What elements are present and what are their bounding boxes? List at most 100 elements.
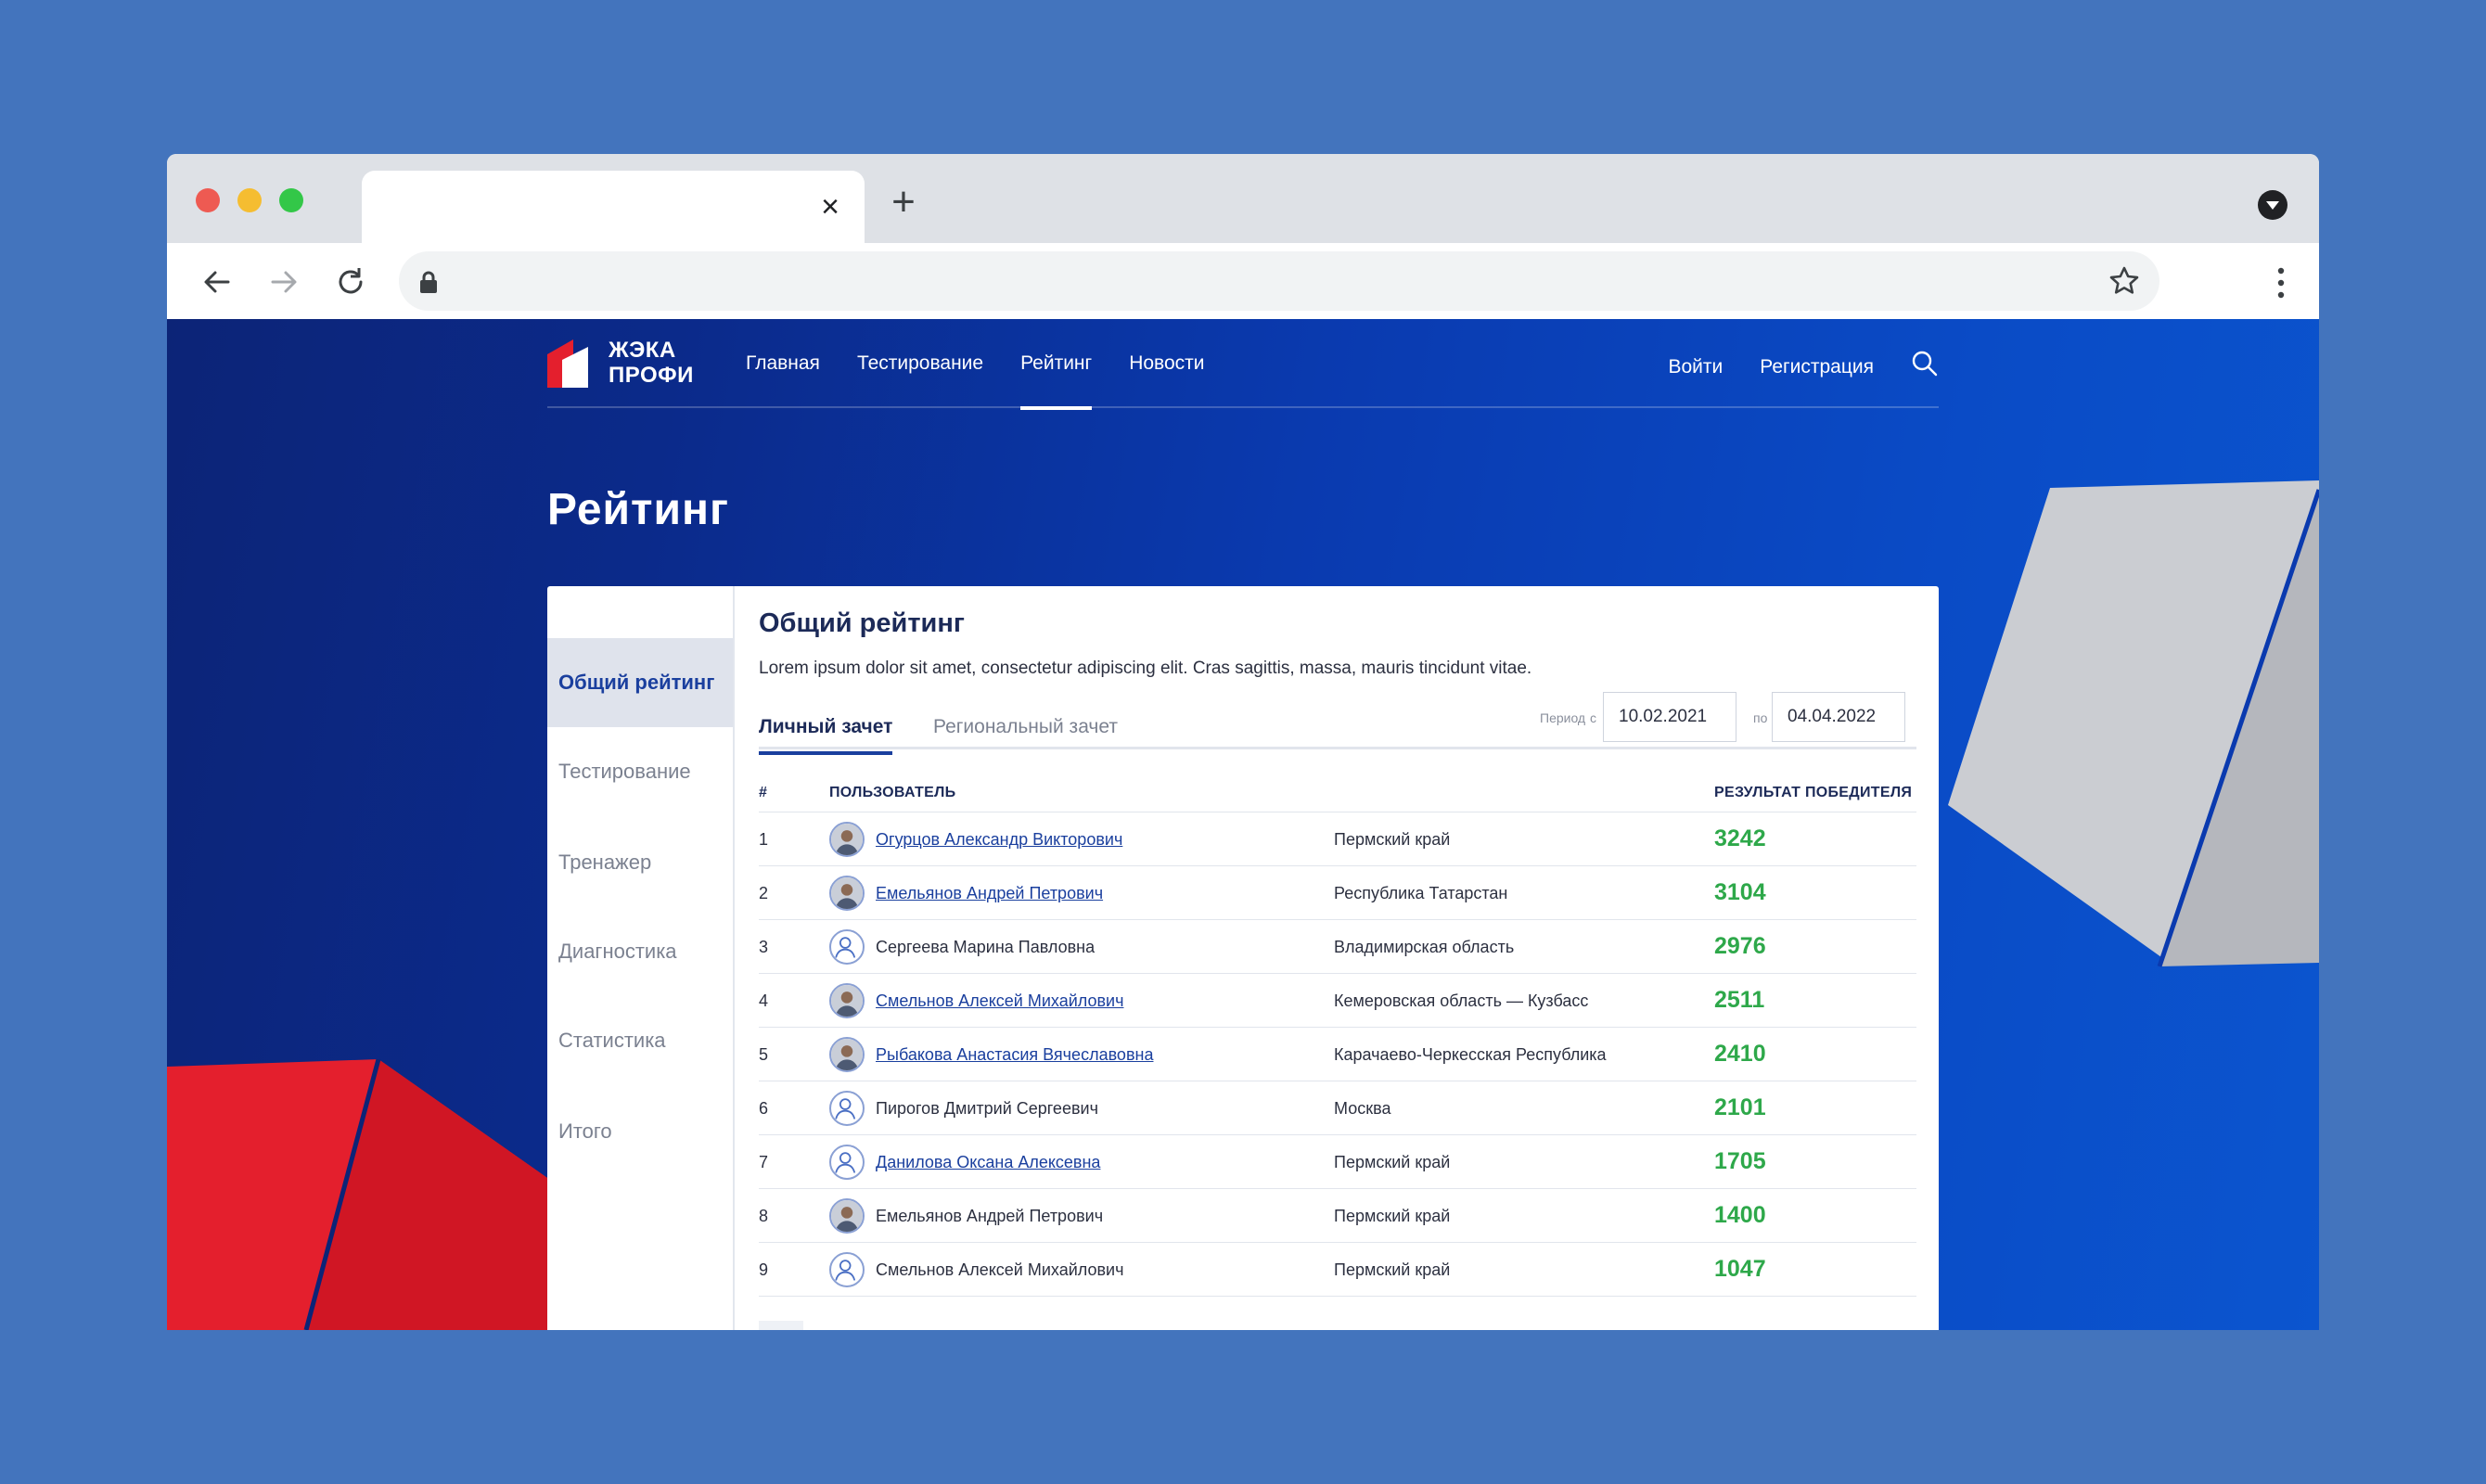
user-region: Карачаево-Черкесская Республика bbox=[1334, 1045, 1607, 1064]
tab-search-dropdown-icon[interactable] bbox=[2258, 190, 2287, 220]
user-region: Пермский край bbox=[1334, 1260, 1451, 1279]
nav-news[interactable]: Новости bbox=[1129, 319, 1204, 408]
table-row: 5 Рыбакова Анастасия Вячеславовна Карачаев… bbox=[759, 1028, 1916, 1081]
logo-line-2: ПРОФИ bbox=[609, 363, 694, 388]
sidebar-item-total[interactable]: Итого bbox=[547, 1087, 733, 1176]
nav-testing[interactable]: Тестирование bbox=[857, 319, 983, 408]
user-name: Пирогов Дмитрий Сергеевич bbox=[876, 1099, 1098, 1118]
period-to-label: по bbox=[1753, 710, 1768, 725]
section-description: Lorem ipsum dolor sit amet, consectetur … bbox=[759, 659, 1532, 678]
user-name-link[interactable]: Смельнов Алексей Михайлович bbox=[876, 991, 1123, 1011]
pagination-stub bbox=[759, 1321, 803, 1330]
minimize-window-button[interactable] bbox=[237, 188, 262, 212]
rating-sidebar: Общий рейтинг Тестирование Тренажер Диаг… bbox=[547, 586, 735, 1330]
page-title: Рейтинг bbox=[547, 485, 730, 534]
logo-line-1: ЖЭКА bbox=[609, 338, 676, 363]
col-header-result: РЕЗУЛЬТАТ ПОБЕДИТЕЛЯ bbox=[1714, 785, 1913, 800]
tab-personal[interactable]: Личный зачет bbox=[759, 716, 893, 755]
tab-strip: × + bbox=[167, 154, 2319, 243]
user-placeholder-icon bbox=[829, 1091, 865, 1126]
avatar bbox=[829, 822, 865, 857]
close-icon[interactable]: × bbox=[814, 191, 846, 223]
register-link[interactable]: Регистрация bbox=[1760, 349, 1874, 378]
user-region: Пермский край bbox=[1334, 1153, 1451, 1171]
period-label: Период bbox=[1540, 710, 1586, 725]
login-link[interactable]: Войти bbox=[1668, 349, 1723, 378]
user-placeholder-icon bbox=[829, 929, 865, 965]
col-header-num: # bbox=[759, 785, 768, 800]
row-rank: 3 bbox=[759, 938, 769, 956]
avatar bbox=[829, 983, 865, 1018]
sidebar-item-trainer[interactable]: Тренажер bbox=[547, 818, 733, 907]
section-title: Общий рейтинг bbox=[759, 608, 965, 638]
sidebar-item-general-rating[interactable]: Общий рейтинг bbox=[547, 638, 733, 727]
page-viewport: ЖЭКА ПРОФИ Главная Тестирование Рейтинг … bbox=[167, 319, 2319, 1330]
table-header: # ПОЛЬЗОВАТЕЛЬ РЕЗУЛЬТАТ ПОБЕДИТЕЛЯ bbox=[759, 779, 1916, 812]
user-score: 1047 bbox=[1714, 1256, 1766, 1282]
date-from-input[interactable] bbox=[1603, 692, 1736, 742]
avatar bbox=[829, 1198, 865, 1234]
rating-card: Общий рейтинг Тестирование Тренажер Диаг… bbox=[547, 586, 1939, 1330]
user-score: 1705 bbox=[1714, 1148, 1766, 1174]
sidebar-item-testing[interactable]: Тестирование bbox=[547, 727, 733, 816]
avatar bbox=[829, 1037, 865, 1072]
browser-window: × + ЖЭКА ПРОФИ Главная Тестирование Рейт… bbox=[167, 154, 2319, 1330]
row-rank: 1 bbox=[759, 830, 769, 849]
col-header-user: ПОЛЬЗОВАТЕЛЬ bbox=[829, 785, 956, 800]
browser-toolbar bbox=[167, 243, 2319, 319]
browser-tab[interactable]: × bbox=[362, 171, 865, 243]
user-placeholder-icon bbox=[829, 1145, 865, 1180]
nav-rating[interactable]: Рейтинг bbox=[1020, 319, 1093, 410]
sidebar-item-diagnostics[interactable]: Диагностика bbox=[547, 907, 733, 996]
user-region: Республика Татарстан bbox=[1334, 884, 1508, 902]
back-arrow-icon[interactable] bbox=[199, 263, 236, 301]
row-rank: 4 bbox=[759, 991, 769, 1010]
new-tab-button[interactable]: + bbox=[887, 182, 920, 223]
address-bar[interactable] bbox=[399, 251, 2159, 311]
close-window-button[interactable] bbox=[196, 188, 220, 212]
lock-icon bbox=[420, 271, 437, 293]
browser-menu-icon[interactable] bbox=[2276, 267, 2286, 299]
user-name-link[interactable]: Рыбакова Анастасия Вячеславовна bbox=[876, 1045, 1153, 1065]
sidebar-item-statistics[interactable]: Статистика bbox=[547, 996, 733, 1085]
table-row: 4 Смельнов Алексей Михайлович Кемеровская … bbox=[759, 974, 1916, 1028]
decorative-grey-shape bbox=[1948, 480, 2319, 967]
site-logo[interactable]: ЖЭКА ПРОФИ bbox=[547, 338, 714, 390]
nav-home[interactable]: Главная bbox=[746, 319, 820, 408]
decorative-red-shape bbox=[167, 1059, 566, 1330]
main-nav: Главная Тестирование Рейтинг Новости bbox=[746, 319, 1205, 410]
search-icon[interactable] bbox=[1911, 350, 1939, 377]
user-region: Пермский край bbox=[1334, 1207, 1451, 1225]
user-score: 3242 bbox=[1714, 825, 1766, 851]
user-name-link[interactable]: Огурцов Александр Викторович bbox=[876, 830, 1122, 850]
user-score: 2511 bbox=[1714, 987, 1765, 1013]
user-placeholder-icon bbox=[829, 1252, 865, 1287]
user-score: 2410 bbox=[1714, 1041, 1766, 1067]
tab-regional[interactable]: Региональный зачет bbox=[933, 716, 1118, 751]
reload-icon[interactable] bbox=[332, 263, 369, 301]
user-score: 2976 bbox=[1714, 933, 1766, 959]
maximize-window-button[interactable] bbox=[279, 188, 303, 212]
row-rank: 6 bbox=[759, 1099, 769, 1118]
user-region: Москва bbox=[1334, 1099, 1391, 1118]
logo-mark bbox=[547, 339, 588, 388]
table-row: 1 Огурцов Александр Викторович Пермский кр… bbox=[759, 812, 1916, 866]
table-row: 2 Емельянов Андрей Петрович Республика Тат… bbox=[759, 866, 1916, 920]
bookmark-star-icon[interactable] bbox=[2108, 264, 2141, 298]
row-rank: 2 bbox=[759, 884, 769, 902]
row-rank: 5 bbox=[759, 1045, 769, 1064]
period-from-label: с bbox=[1590, 710, 1596, 725]
table-row: 6 Пирогов Дмитрий Сергеевич Москва 2101 bbox=[759, 1081, 1916, 1135]
row-rank: 7 bbox=[759, 1153, 769, 1171]
date-to-input[interactable] bbox=[1772, 692, 1905, 742]
table-row: 3 Сергеева Марина Павловна Владимирская об… bbox=[759, 920, 1916, 974]
table-row: 7 Данилова Оксана Алексевна Пермский край 1… bbox=[759, 1135, 1916, 1189]
user-name-link[interactable]: Данилова Оксана Алексевна bbox=[876, 1153, 1100, 1172]
user-score: 2101 bbox=[1714, 1094, 1766, 1120]
user-name: Смельнов Алексей Михайлович bbox=[876, 1260, 1124, 1279]
forward-arrow-icon[interactable] bbox=[265, 263, 302, 301]
row-rank: 8 bbox=[759, 1207, 769, 1225]
rating-tabs: Личный зачет Региональный зачет bbox=[759, 692, 1916, 755]
table-row: 9 Смельнов Алексей Михайлович Пермский кра… bbox=[759, 1243, 1916, 1297]
user-name-link[interactable]: Емельянов Андрей Петрович bbox=[876, 884, 1103, 903]
